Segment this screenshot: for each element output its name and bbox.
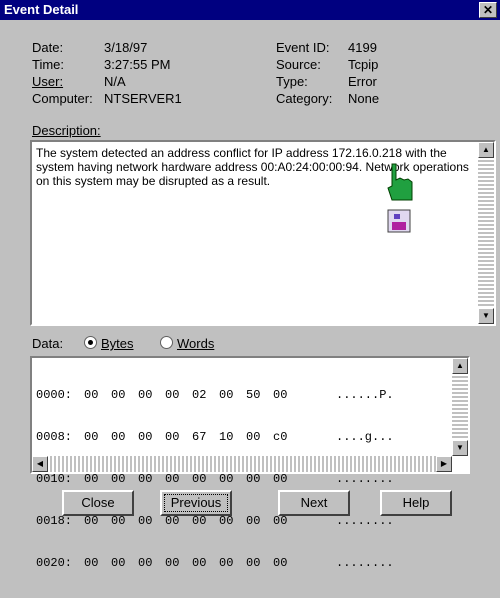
bytes-radio-icon[interactable] — [84, 336, 97, 349]
hex-row: 0018: 00 00 00 00 00 00 00 00 ........ — [36, 514, 394, 528]
hex-row: 0010: 00 00 00 00 00 00 00 00 ........ — [36, 472, 394, 486]
date-value: 3/18/97 — [104, 40, 148, 55]
data-label: Data: — [32, 336, 64, 351]
data-box[interactable]: 0000: 00 00 00 00 02 00 50 00 ......P. 0008: 00… — [30, 356, 470, 570]
hand-pointer-icon — [387, 163, 413, 233]
source-label: Source: — [276, 57, 321, 72]
hex-row: 0020: 00 00 00 00 00 00 00 00 ........ — [36, 556, 394, 570]
scroll-right-icon[interactable]: ▶ — [436, 456, 452, 472]
help-button[interactable]: Help — [380, 490, 452, 516]
user-value: N/A — [104, 74, 126, 89]
description-label: Description: — [32, 123, 101, 138]
data-hscrollbar[interactable]: ◀ ▶ — [32, 456, 452, 472]
title-bar: Event Detail ✕ — [0, 0, 500, 20]
bytes-radio-label: Bytes — [101, 336, 134, 351]
category-value: None — [348, 91, 380, 106]
source-value: Tcpip — [348, 57, 379, 72]
event-id-label: Event ID: — [276, 40, 330, 55]
date-label: Date: — [32, 40, 64, 55]
words-radio[interactable]: Words — [160, 336, 214, 351]
previous-button[interactable]: Previous — [160, 490, 232, 516]
type-label: Type: — [276, 74, 308, 89]
close-button[interactable]: Close — [62, 490, 134, 516]
close-icon[interactable]: ✕ — [479, 2, 497, 18]
scroll-down-icon[interactable]: ▼ — [452, 440, 468, 456]
computer-label: Computer: — [32, 91, 93, 106]
time-value: 3:27:55 PM — [104, 57, 171, 72]
bytes-radio[interactable]: Bytes — [84, 336, 134, 351]
scroll-up-icon[interactable]: ▲ — [478, 142, 494, 158]
hex-row: 0008: 00 00 00 00 67 10 00 c0 ....g... — [36, 430, 394, 444]
words-radio-label: Words — [177, 336, 215, 351]
scroll-up-icon[interactable]: ▲ — [452, 358, 468, 374]
scroll-down-icon[interactable]: ▼ — [478, 308, 494, 324]
scroll-left-icon[interactable]: ◀ — [32, 456, 48, 472]
event-id-value: 4199 — [348, 40, 377, 55]
category-label: Category: — [276, 91, 333, 106]
hex-dump: 0000: 00 00 00 00 02 00 50 00 ......P. 0008: 00… — [36, 360, 406, 598]
window-title: Event Detail — [4, 2, 79, 17]
user-label: User: — [32, 74, 64, 89]
words-radio-icon[interactable] — [160, 336, 173, 349]
time-label: Time: — [32, 57, 65, 72]
computer-value: NTSERVER1 — [104, 91, 182, 106]
type-value: Error — [348, 74, 377, 89]
hex-row: 0000: 00 00 00 00 02 00 50 00 ......P. — [36, 388, 394, 402]
data-vscrollbar[interactable]: ▲ ▼ — [452, 358, 468, 456]
description-scrollbar[interactable]: ▲ ▼ — [478, 142, 494, 324]
next-button[interactable]: Next — [278, 490, 350, 516]
description-box[interactable]: The system detected an address conflict … — [30, 140, 496, 326]
